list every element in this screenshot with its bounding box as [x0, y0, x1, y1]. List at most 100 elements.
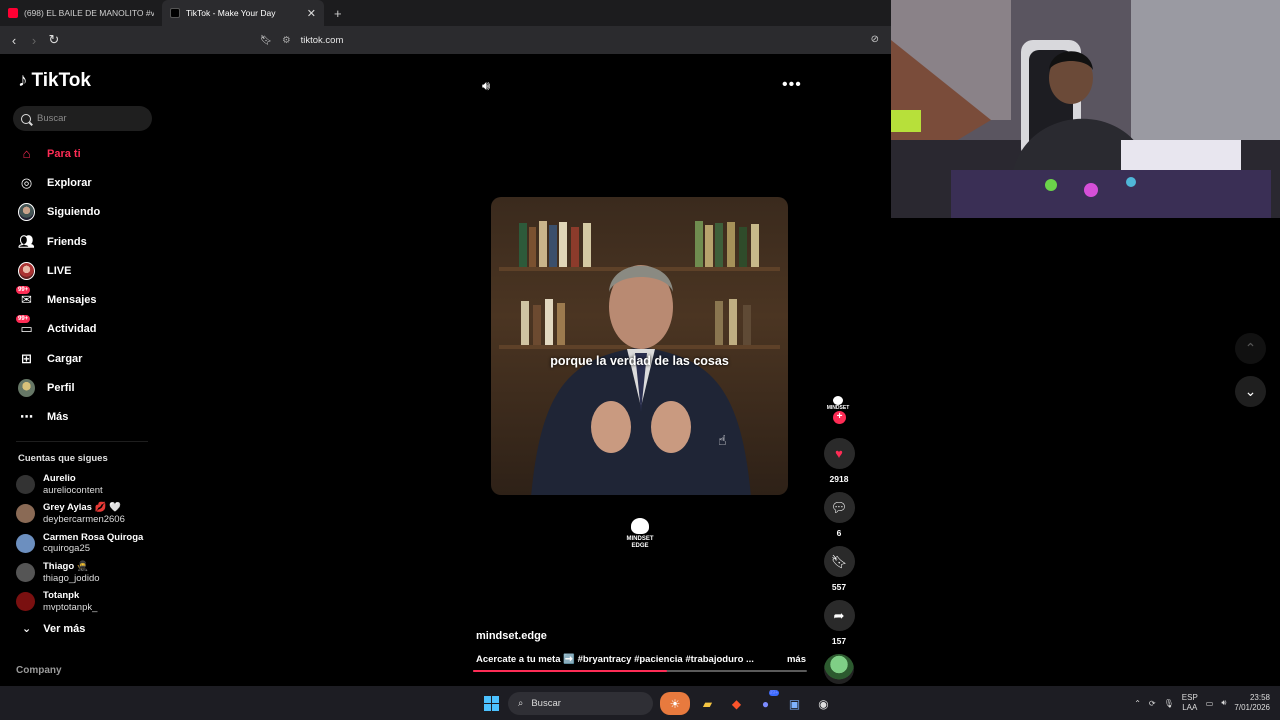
windows-start-icon[interactable] — [484, 696, 499, 711]
language-line: LAA — [1182, 703, 1198, 712]
bookmark-icon[interactable]: 🔖︎ — [260, 35, 272, 46]
like-button[interactable]: ♥ 2918 — [823, 438, 855, 486]
site-settings-icon[interactable]: ⚙︎ — [282, 35, 291, 46]
url-text: tiktok.com — [300, 35, 344, 46]
language-line: ESP — [1181, 693, 1198, 702]
tab-youtube[interactable]: (698) EL BAILE DE MANOLITO #viralvideo — [0, 0, 162, 26]
sidebar-item-perfil[interactable]: Perfil — [0, 373, 165, 402]
music-disc-button[interactable] — [823, 654, 855, 684]
comment-count: 6 — [836, 528, 842, 538]
list-item[interactable]: Carmen Rosa Quiroga cquiroga25 — [16, 529, 143, 558]
shields-off-icon[interactable]: ⊘ — [871, 34, 879, 45]
avatar-icon — [18, 203, 35, 222]
progress-fill — [473, 670, 667, 672]
sidebar-item-label: Siguiendo — [47, 206, 101, 219]
next-video-button[interactable]: ⌄ — [1235, 376, 1266, 407]
list-item[interactable]: Aurelio aureliocontent — [16, 470, 143, 499]
close-tab-icon[interactable]: ✕ — [307, 7, 316, 20]
sidebar: ♪ TikTok Buscar ⌂ Para ti ◎ Explorar Sig — [0, 54, 165, 686]
webcam-overlay — [891, 0, 1280, 218]
tiktok-logo[interactable]: ♪ TikTok — [18, 70, 91, 92]
screen-app-icon[interactable]: ▣ — [783, 692, 806, 715]
account-name: Aurelio — [43, 473, 76, 485]
company-link[interactable]: Company — [16, 665, 62, 676]
list-item[interactable]: Thiago 🥷 thiago_jodido — [16, 558, 143, 587]
discord-icon[interactable]: ● 99+ — [754, 690, 779, 715]
clock[interactable]: 23:58 7/01/2026 — [1234, 693, 1270, 713]
speaker-icon[interactable]: 🔊︎ — [482, 78, 490, 94]
comment-icon: 💬︎ — [823, 492, 855, 523]
heart-icon: ♥ — [823, 438, 855, 469]
description-text: Acercate a tu meta ➡️ #bryantracy #pacie… — [476, 654, 754, 665]
video-caption: porque la verdad de las cosas — [550, 354, 729, 368]
home-icon: ⌂ — [22, 146, 31, 162]
url-field[interactable]: 🔖︎ ⚙︎ tiktok.com — [260, 32, 860, 49]
language-indicator[interactable]: ESP LAA — [1182, 693, 1198, 713]
new-tab-button[interactable]: + — [334, 6, 342, 21]
search-placeholder: Buscar — [37, 113, 67, 124]
sidebar-item-actividad[interactable]: ▭ 99+ Actividad — [0, 314, 165, 344]
forward-icon[interactable]: › — [24, 33, 44, 48]
share-icon: ➦ — [823, 600, 855, 631]
account-handle: aureliocontent — [43, 484, 103, 496]
brain-head-icon — [631, 518, 649, 534]
sidebar-item-friends[interactable]: 👥︎ Friends — [0, 227, 165, 256]
back-icon[interactable]: ‹ — [4, 33, 24, 48]
video-author[interactable]: mindset.edge — [476, 630, 547, 642]
sidebar-item-cargar[interactable]: ⊞ Cargar — [0, 344, 165, 373]
sidebar-item-para-ti[interactable]: ⌂ Para ti — [0, 139, 165, 168]
account-name: Carmen Rosa Quiroga — [43, 531, 144, 543]
taskbar-search[interactable]: ⌕ Buscar — [508, 692, 653, 715]
brave-icon[interactable]: ◆ — [725, 692, 748, 715]
chevron-down-icon: ⌄ — [1244, 383, 1257, 399]
video-progress-bar[interactable] — [473, 670, 807, 672]
sync-icon[interactable]: ⟳ — [1149, 699, 1156, 708]
following-title: Cuentas que sigues — [18, 453, 108, 464]
obs-icon[interactable]: ◉ — [812, 692, 835, 715]
video-player[interactable]: porque la verdad de las cosas — [491, 197, 788, 495]
see-more-button[interactable]: ⌄ Ver más — [22, 622, 85, 636]
tab-title: TikTok - Make Your Day — [186, 8, 276, 18]
account-handle: mvptotanpk_ — [43, 601, 98, 613]
widgets-icon[interactable]: ☀︎ — [660, 692, 690, 715]
comment-button[interactable]: 💬︎ 6 — [823, 492, 855, 540]
mindset-edge-watermark: MINDSET EDGE — [620, 518, 660, 550]
video-description: Acercate a tu meta ➡️ #bryantracy #pacie… — [476, 654, 806, 665]
list-item[interactable]: Totanpk mvptotanpk_ — [16, 587, 143, 616]
creator-avatar[interactable]: MINDSET + — [823, 388, 855, 424]
volume-icon[interactable]: 🔊︎ — [1221, 698, 1226, 708]
sidebar-item-label: Mensajes — [47, 294, 97, 307]
microphone-icon[interactable]: 🎙︎ — [1164, 699, 1174, 708]
sidebar-item-mas[interactable]: ⋯ Más — [0, 403, 165, 432]
list-item[interactable]: Grey Aylas 💋 🤍 deybercarmen2606 — [16, 499, 143, 528]
sidebar-item-siguiendo[interactable]: Siguiendo — [0, 198, 165, 227]
friends-icon: 👥︎ — [18, 233, 35, 249]
like-count: 2918 — [829, 474, 849, 484]
watermark-line: MINDSET — [626, 536, 654, 542]
hand-cursor-icon: ☝︎ — [718, 432, 727, 448]
more-button[interactable]: más — [787, 654, 806, 665]
brand-name: TikTok — [31, 70, 91, 91]
tab-tiktok[interactable]: TikTok - Make Your Day ✕ — [162, 0, 324, 26]
follow-plus-icon[interactable]: + — [833, 411, 846, 424]
monitor-icon[interactable]: ▭ — [1206, 699, 1214, 708]
feed-navigation: ⌃ ⌄ — [1235, 333, 1266, 419]
sidebar-item-label: Actividad — [47, 323, 97, 336]
previous-video-button[interactable]: ⌃ — [1235, 333, 1266, 364]
sidebar-item-label: Cargar — [47, 352, 83, 365]
sidebar-item-live[interactable]: LIVE — [0, 256, 165, 285]
sidebar-item-label: Friends — [47, 235, 87, 248]
reload-icon[interactable]: ↻ — [44, 32, 64, 48]
sidebar-item-explorar[interactable]: ◎ Explorar — [0, 168, 165, 197]
windows-taskbar: ⌕ Buscar ☀︎ ▰ ◆ ● 99+ ▣ ◉ ⌃ ⟳ 🎙︎ ESP LAA … — [0, 686, 1280, 720]
chevron-up-icon[interactable]: ⌃ — [1134, 699, 1141, 708]
live-avatar-icon — [18, 261, 35, 280]
avatar — [16, 533, 35, 553]
search-input[interactable]: Buscar — [13, 106, 152, 131]
more-options-icon[interactable]: ••• — [782, 76, 802, 94]
save-button[interactable]: 🔖︎ 557 — [823, 546, 855, 594]
sidebar-item-label: Más — [47, 411, 69, 424]
file-explorer-icon[interactable]: ▰ — [696, 692, 719, 715]
share-button[interactable]: ➦ 157 — [823, 600, 855, 648]
sidebar-item-mensajes[interactable]: ✉︎ 99+ Mensajes — [0, 285, 165, 314]
